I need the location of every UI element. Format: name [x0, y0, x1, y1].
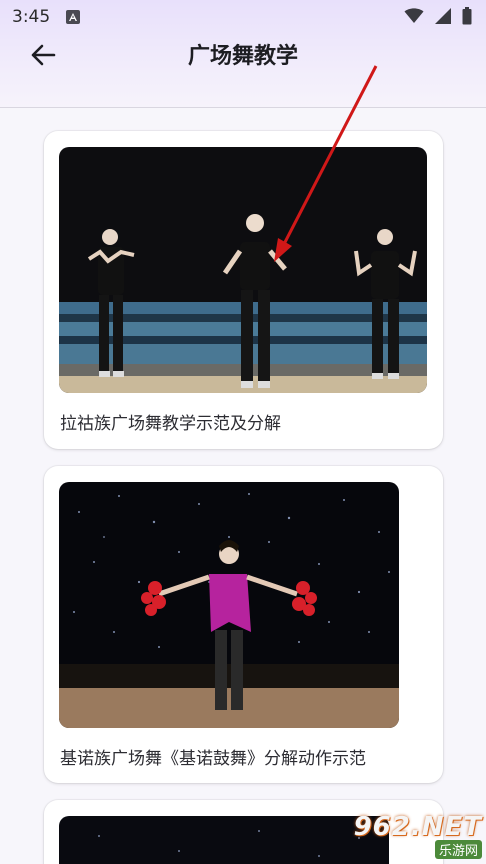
signal-icon — [435, 8, 451, 24]
watermark-logo: 962.NET — [353, 811, 482, 842]
video-card[interactable]: 拉祜族广场舞教学示范及分解 — [44, 131, 443, 449]
wifi-icon — [404, 8, 424, 23]
video-title: 基诺族广场舞《基诺鼓舞》分解动作示范 — [60, 749, 366, 769]
watermark-subtitle: 乐游网 — [434, 839, 482, 859]
notification-a-icon — [66, 10, 81, 24]
status-bar: 3:45 — [0, 0, 486, 34]
status-icons — [404, 7, 472, 25]
video-card[interactable]: 基诺族广场舞《基诺鼓舞》分解动作示范 — [44, 466, 443, 783]
video-thumbnail[interactable] — [59, 482, 399, 728]
video-title: 拉祜族广场舞教学示范及分解 — [60, 414, 281, 434]
video-thumbnail[interactable] — [59, 147, 427, 393]
app-header: 3:45 广场舞教学 — [0, 0, 486, 108]
site-watermark: 962.NET 乐游网 — [346, 810, 482, 860]
battery-icon — [462, 7, 472, 25]
video-thumbnail[interactable] — [59, 816, 389, 864]
status-time: 3:45 — [12, 7, 51, 27]
page-title: 广场舞教学 — [187, 44, 298, 69]
